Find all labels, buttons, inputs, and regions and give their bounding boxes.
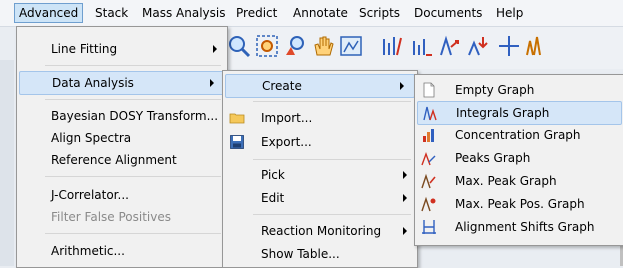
- menu-item-max-peak-graph[interactable]: Max. Peak Graph: [415, 170, 623, 192]
- integrate-icon[interactable]: [380, 33, 406, 59]
- menu-advanced[interactable]: Advanced: [14, 3, 84, 23]
- menu-item-peaks-graph[interactable]: Peaks Graph: [415, 147, 623, 169]
- menu-help[interactable]: Help: [496, 5, 523, 21]
- create-submenu: Empty Graph Integrals Graph Concentratio…: [414, 74, 623, 246]
- menu-mass-analysis[interactable]: Mass Analysis: [142, 5, 225, 21]
- peak-pick-manual-icon[interactable]: [466, 33, 492, 59]
- empty-graph-icon: [423, 82, 435, 98]
- folder-icon: [229, 113, 245, 124]
- menu-stack[interactable]: Stack: [95, 5, 128, 21]
- menu-annotate[interactable]: Annotate: [293, 5, 348, 21]
- zoom-area-icon[interactable]: [254, 33, 280, 59]
- peak-pick-icon[interactable]: [438, 33, 464, 59]
- menu-predict[interactable]: Predict: [236, 5, 277, 21]
- menu-item-alignment-shifts-graph[interactable]: Alignment Shifts Graph: [415, 216, 623, 238]
- fit-view-icon[interactable]: [338, 33, 364, 59]
- alignment-shifts-graph-icon: [422, 220, 436, 234]
- crosshair-icon[interactable]: [496, 33, 522, 59]
- zoom-icon[interactable]: [226, 33, 252, 59]
- max-peak-graph-icon: [421, 173, 436, 189]
- multiplet-icon[interactable]: [524, 33, 550, 59]
- menu-item-show-table[interactable]: Show Table...: [223, 243, 417, 265]
- left-panel-edge: [0, 60, 14, 266]
- menu-item-reaction-monitoring[interactable]: Reaction Monitoring: [223, 220, 417, 242]
- menu-item-bayesian-dosy[interactable]: Bayesian DOSY Transform...: [17, 105, 227, 127]
- menu-item-max-peak-pos-graph[interactable]: Max. Peak Pos. Graph: [415, 193, 623, 215]
- menu-item-data-analysis[interactable]: Data Analysis: [19, 71, 225, 95]
- concentration-graph-icon: [423, 129, 434, 142]
- peaks-graph-icon: [421, 151, 436, 166]
- hand-icon[interactable]: [310, 33, 336, 59]
- menu-item-concentration-graph[interactable]: Concentration Graph: [415, 124, 623, 146]
- menu-scripts[interactable]: Scripts: [359, 5, 400, 21]
- menu-item-arithmetic[interactable]: Arithmetic...: [17, 240, 227, 262]
- max-peak-pos-graph-icon: [421, 196, 436, 212]
- peak-zoom-icon[interactable]: [282, 33, 308, 59]
- data-analysis-submenu: Create Import... Export... Pick Edit Rea…: [222, 70, 418, 268]
- menu-item-align-spectra[interactable]: Align Spectra: [17, 127, 227, 149]
- menu-item-export[interactable]: Export...: [223, 131, 417, 153]
- menu-item-pick[interactable]: Pick: [223, 164, 417, 186]
- menu-item-create[interactable]: Create: [225, 74, 415, 98]
- menu-item-import[interactable]: Import...: [223, 107, 417, 129]
- menu-item-filter-false-positives: Filter False Positives: [51, 210, 171, 224]
- menu-documents[interactable]: Documents: [414, 5, 482, 21]
- integrals-graph-icon: [423, 106, 437, 121]
- menu-item-line-fitting[interactable]: Line Fitting: [17, 38, 227, 60]
- save-icon: [230, 135, 244, 149]
- menu-item-reference-alignment[interactable]: Reference Alignment: [17, 149, 227, 171]
- integrate-manual-icon[interactable]: [410, 33, 436, 59]
- menu-bar: Advanced Stack Mass Analysis Predict Ann…: [0, 0, 623, 27]
- advanced-menu: Line Fitting Data Analysis Bayesian DOSY…: [16, 26, 228, 268]
- menu-item-edit[interactable]: Edit: [223, 187, 417, 209]
- toolbar: [220, 27, 623, 69]
- menu-item-j-correlator[interactable]: J-Correlator...: [17, 184, 227, 206]
- menu-item-empty-graph[interactable]: Empty Graph: [415, 79, 623, 101]
- menu-item-integrals-graph[interactable]: Integrals Graph: [417, 101, 622, 125]
